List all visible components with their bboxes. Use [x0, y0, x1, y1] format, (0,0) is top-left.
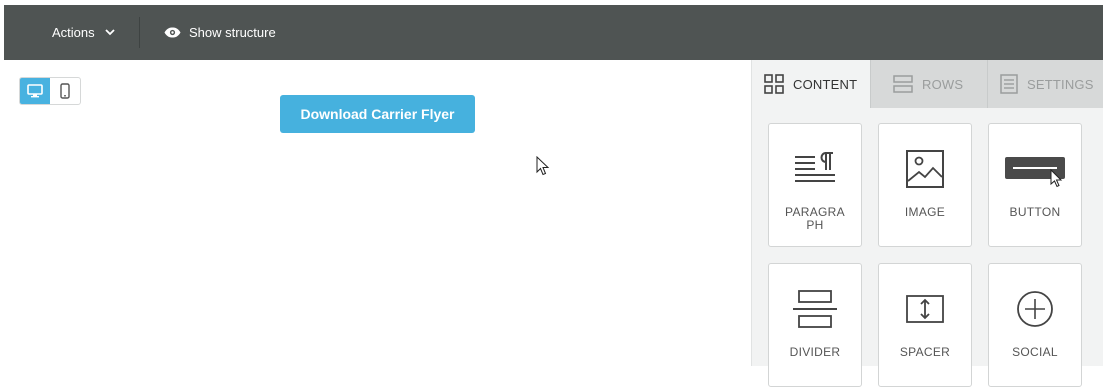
block-button-label: BUTTON	[1009, 205, 1061, 219]
block-spacer-label: SPACER	[899, 345, 951, 359]
chevron-down-icon	[105, 29, 115, 36]
tab-content-label: CONTENT	[793, 76, 858, 92]
block-social[interactable]: SOCIAL	[988, 263, 1082, 387]
block-image-label: IMAGE	[904, 205, 946, 219]
actions-menu-button[interactable]: Actions	[52, 5, 115, 60]
grid-icon	[764, 74, 784, 94]
desktop-view-button[interactable]	[20, 78, 50, 104]
mobile-view-button[interactable]	[50, 78, 80, 104]
tab-rows[interactable]: ROWS	[870, 60, 987, 108]
mouse-cursor-icon	[536, 156, 550, 176]
button-icon	[1005, 157, 1065, 188]
divider-icon	[793, 290, 837, 328]
block-divider-label: DIVIDER	[789, 345, 841, 359]
content-panel: CONTENT ROWS SETTINGS PARAGRAPH IMAGE BU…	[751, 60, 1103, 387]
block-divider[interactable]: DIVIDER	[768, 263, 862, 387]
tab-settings-label: SETTINGS	[1027, 76, 1094, 92]
rows-icon	[893, 75, 913, 93]
block-social-label: SOCIAL	[1012, 345, 1058, 359]
block-paragraph-label: PARAGRAPH	[785, 205, 845, 232]
eye-icon	[164, 27, 181, 38]
mobile-icon	[60, 83, 70, 99]
tab-content[interactable]: CONTENT	[752, 60, 870, 108]
spacer-icon	[906, 295, 944, 323]
block-button[interactable]: BUTTON	[988, 123, 1082, 247]
desktop-icon	[27, 84, 43, 98]
tab-settings[interactable]: SETTINGS	[987, 60, 1103, 108]
show-structure-label: Show structure	[189, 25, 276, 40]
paragraph-icon	[795, 152, 835, 182]
block-spacer[interactable]: SPACER	[878, 263, 972, 387]
settings-icon	[1000, 74, 1018, 94]
show-structure-button[interactable]: Show structure	[164, 5, 276, 60]
panel-tabs: CONTENT ROWS SETTINGS	[752, 60, 1103, 108]
view-toggle	[19, 77, 81, 105]
social-icon	[1017, 291, 1053, 327]
actions-label: Actions	[52, 25, 95, 40]
download-carrier-flyer-button[interactable]: Download Carrier Flyer	[280, 95, 475, 133]
top-toolbar: Actions Show structure	[4, 5, 1103, 60]
block-image[interactable]: IMAGE	[878, 123, 972, 247]
toolbar-divider	[139, 17, 140, 48]
tab-rows-label: ROWS	[922, 76, 964, 92]
image-icon	[906, 150, 944, 188]
block-paragraph[interactable]: PARAGRAPH	[768, 123, 862, 247]
